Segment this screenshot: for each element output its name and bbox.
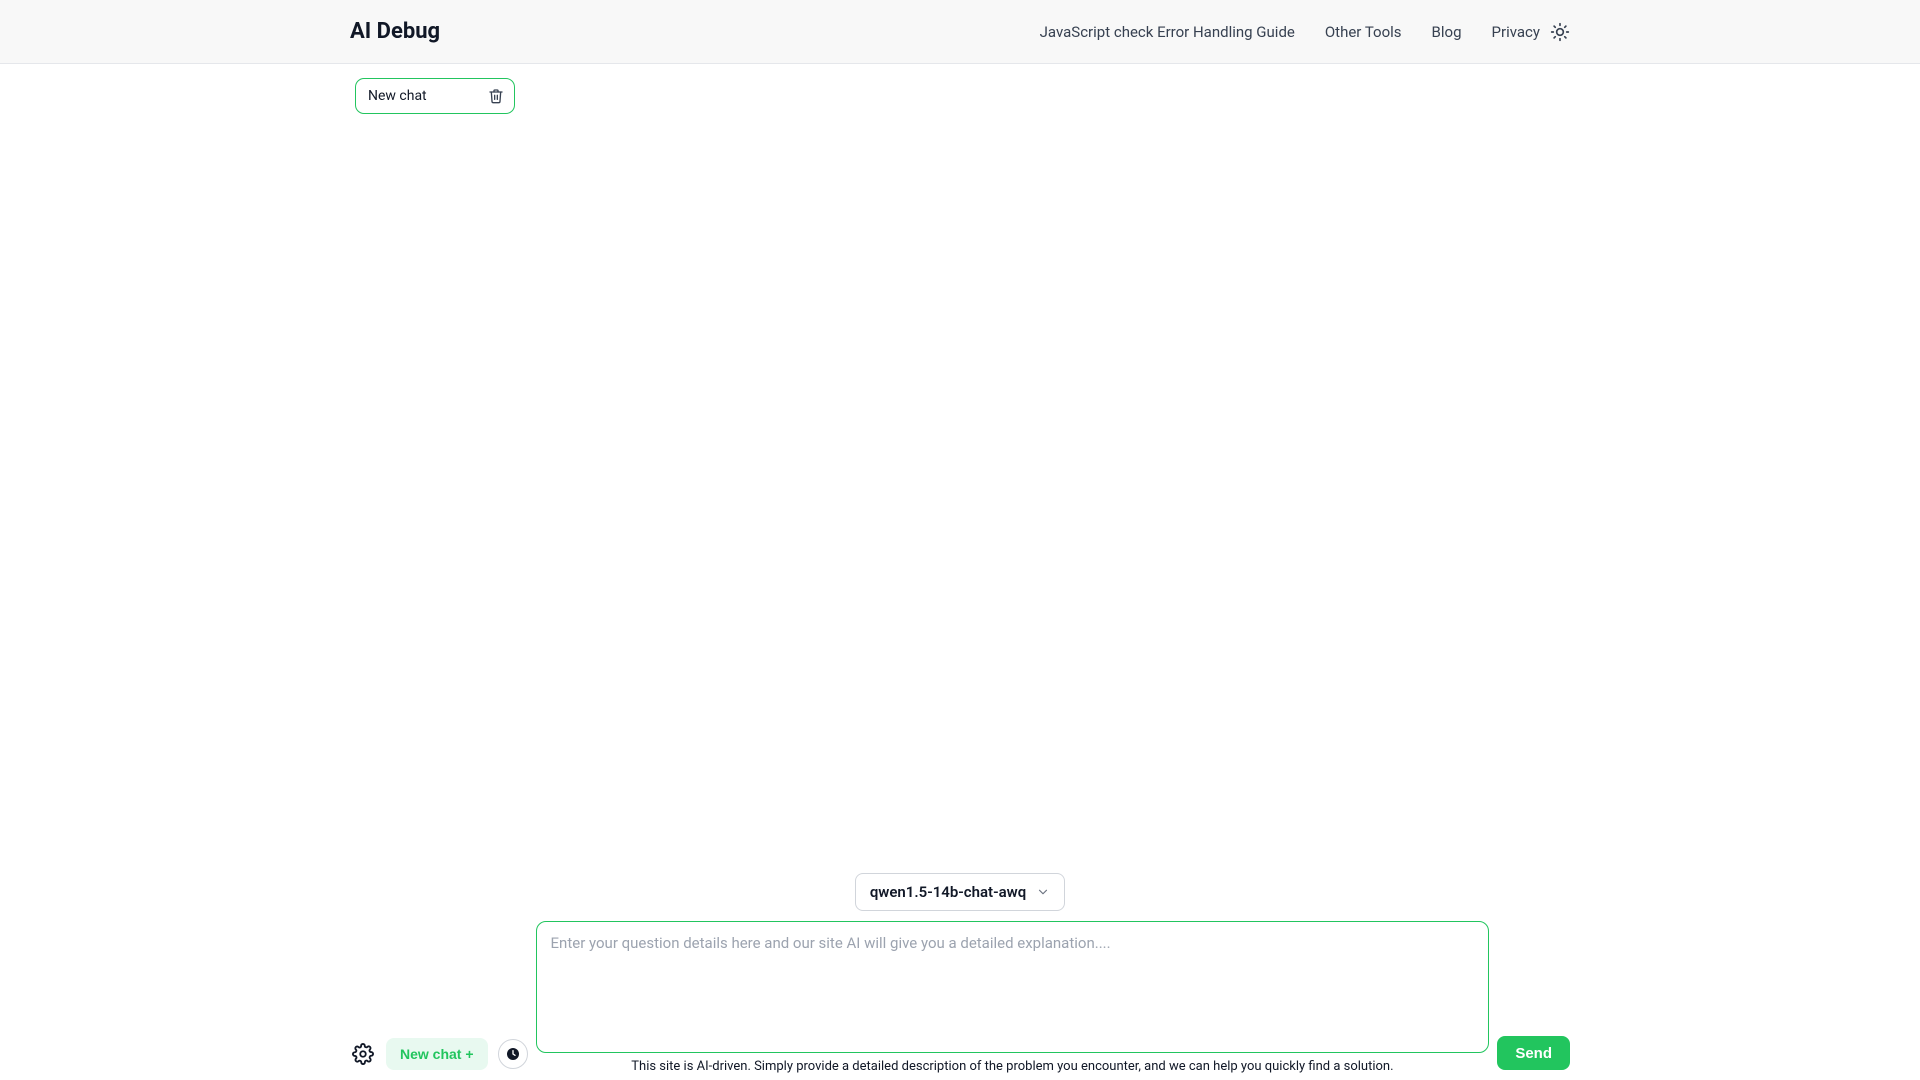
trash-icon[interactable] <box>488 88 504 104</box>
nav-link-privacy[interactable]: Privacy <box>1492 23 1540 41</box>
composer-input-block: This site is AI-driven. Simply provide a… <box>536 921 1490 1074</box>
nav-link-guide[interactable]: JavaScript check Error Handling Guide <box>1040 23 1295 41</box>
model-selector-label: qwen1.5-14b-chat-awq <box>870 883 1026 901</box>
nav-link-other-tools[interactable]: Other Tools <box>1325 23 1402 41</box>
brand-title[interactable]: AI Debug <box>350 19 440 44</box>
header-bar: AI Debug JavaScript check Error Handling… <box>0 0 1920 64</box>
gear-icon[interactable] <box>350 1041 376 1067</box>
chevron-down-icon <box>1036 885 1050 899</box>
model-selector[interactable]: qwen1.5-14b-chat-awq <box>855 873 1065 911</box>
composer-zone: qwen1.5-14b-chat-awq New chat + <box>0 873 1920 1080</box>
sidebar-item-label: New chat <box>368 88 427 104</box>
sidebar-item-active-chat[interactable]: New chat <box>355 78 515 114</box>
sun-icon[interactable] <box>1550 22 1570 42</box>
send-button[interactable]: Send <box>1497 1036 1570 1070</box>
chat-input[interactable] <box>536 921 1490 1053</box>
composer-left-controls: New chat + <box>350 1038 528 1074</box>
nav-link-blog[interactable]: Blog <box>1432 23 1462 41</box>
clock-icon[interactable] <box>498 1039 528 1069</box>
composer-row: New chat + This site is AI-driven. Simpl… <box>0 921 1920 1074</box>
model-selector-row: qwen1.5-14b-chat-awq <box>0 873 1920 911</box>
composer-hint: This site is AI-driven. Simply provide a… <box>631 1059 1393 1074</box>
header-nav: JavaScript check Error Handling Guide Ot… <box>1040 22 1570 42</box>
new-chat-button[interactable]: New chat + <box>386 1038 488 1070</box>
chat-list: New chat <box>355 78 515 114</box>
